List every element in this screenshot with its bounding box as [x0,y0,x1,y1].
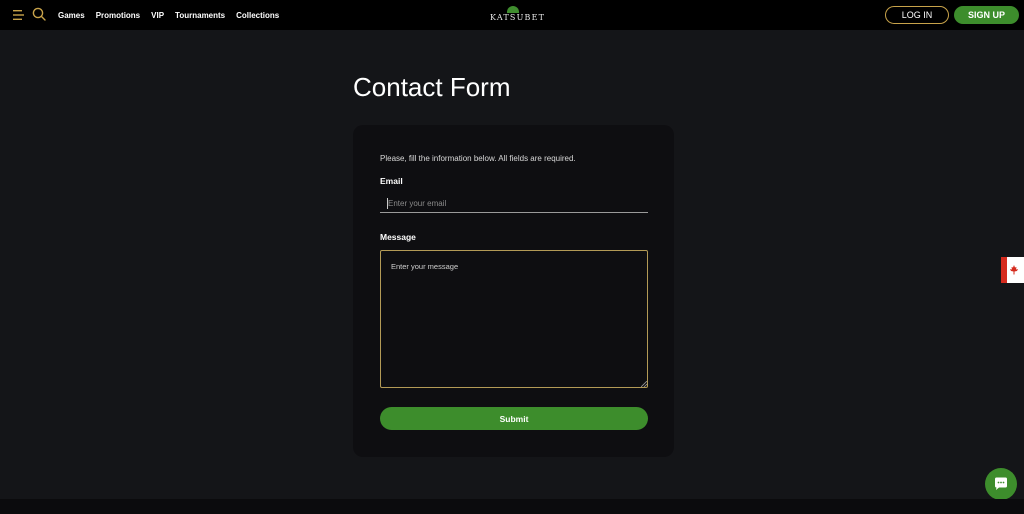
nav-collections[interactable]: Collections [236,11,279,20]
logo[interactable]: KATSUBET [490,6,546,24]
nav-promotions[interactable]: Promotions [96,11,140,20]
top-navigation-bar: Games Promotions VIP Tournaments Collect… [0,0,1024,30]
contact-form-card: Please, fill the information below. All … [353,125,674,457]
signup-button[interactable]: SIGN UP [954,6,1019,24]
footer-strip [0,499,1024,514]
menu-icon[interactable] [13,9,25,21]
submit-button[interactable]: Submit [380,407,648,430]
resize-handle-icon[interactable] [641,381,647,387]
nav-games[interactable]: Games [58,11,85,20]
main-nav: Games Promotions VIP Tournaments Collect… [58,0,279,30]
logo-dome [507,6,519,13]
message-label: Message [380,232,416,242]
form-intro-text: Please, fill the information below. All … [380,154,576,163]
chat-icon [995,477,1007,490]
email-field[interactable] [380,195,648,213]
nav-vip[interactable]: VIP [151,11,164,20]
chat-button[interactable] [985,468,1017,500]
logo-text: KATSUBET [490,13,546,22]
canada-flag-icon[interactable] [1001,257,1024,283]
email-label: Email [380,176,403,186]
flag-red-band [1001,257,1007,283]
message-field[interactable] [380,250,648,388]
page-title: Contact Form [353,72,511,102]
maple-leaf-icon [1010,265,1018,275]
text-caret [387,198,388,209]
search-icon[interactable] [32,7,46,21]
nav-tournaments[interactable]: Tournaments [175,11,225,20]
login-button[interactable]: LOG IN [885,6,949,24]
